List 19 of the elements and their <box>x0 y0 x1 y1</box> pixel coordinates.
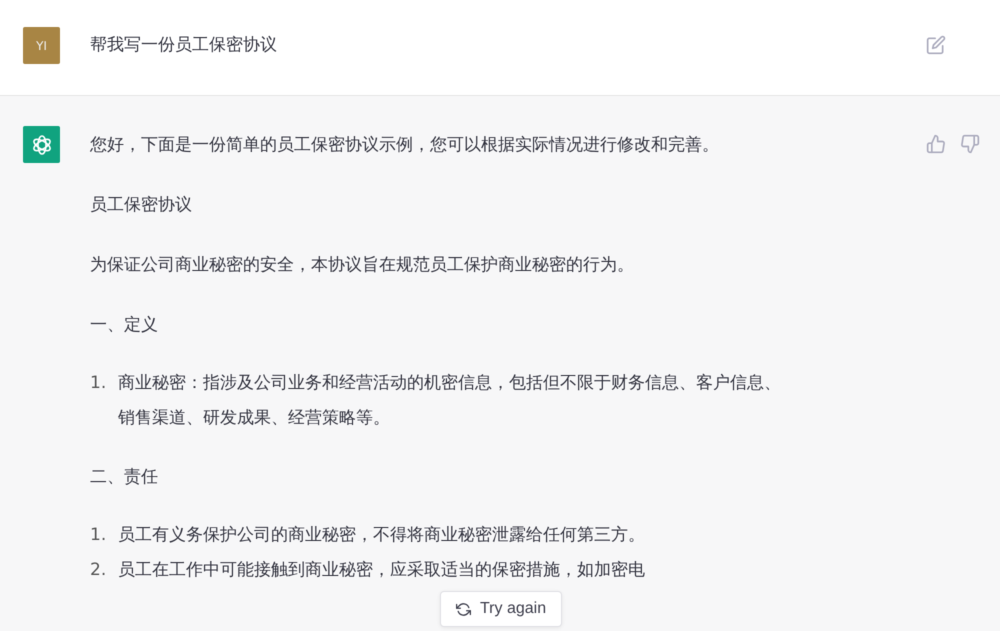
list-item-text: 商业秘密：指涉及公司业务和经营活动的机密信息，包括但不限于财务信息、客户信息、销售渠道、研发成果、经营策略等。 <box>118 372 782 430</box>
user-avatar: YI <box>23 27 60 64</box>
paragraph: 员工保密协议 <box>90 194 193 217</box>
try-again-button[interactable]: Try again <box>440 591 562 627</box>
paragraph: 为保证公司商业秘密的安全，本协议旨在规范员工保护商业秘密的行为。 <box>90 254 635 277</box>
refresh-icon <box>456 602 471 616</box>
list-number: 1. <box>90 372 108 395</box>
thumbs-up-icon[interactable] <box>926 134 946 154</box>
list-number: 2. <box>90 559 108 582</box>
message-text: 帮我写一份员工保密协议 <box>90 34 278 57</box>
assistant-logo-icon <box>23 126 60 163</box>
paragraph: 二、责任 <box>90 466 159 489</box>
list-item-text: 员工在工作中可能接触到商业秘密，应采取适当的保密措施，如加密电 <box>118 559 646 582</box>
paragraph: 您好，下面是一份简单的员工保密协议示例，您可以根据实际情况进行修改和完善。 <box>90 134 720 157</box>
thumbs-down-icon[interactable] <box>960 134 980 154</box>
edit-icon[interactable] <box>926 35 946 55</box>
paragraph: 一、定义 <box>90 314 159 337</box>
list-number: 1. <box>90 524 108 547</box>
list-item-text: 员工有义务保护公司的商业秘密，不得将商业秘密泄露给任何第三方。 <box>118 524 646 547</box>
